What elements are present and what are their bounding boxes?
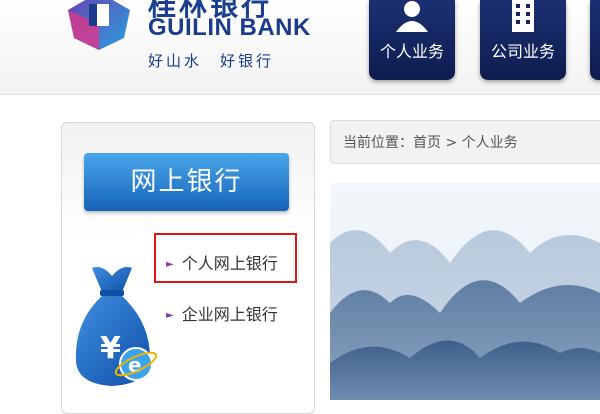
mountain-landscape-image (330, 183, 600, 400)
corporate-online-banking-link[interactable]: ► 企业网上银行 (166, 301, 278, 325)
link-label: 个人网上银行 (181, 254, 278, 273)
guilin-bank-logo-icon[interactable] (64, 0, 134, 50)
bank-name-english: GUILIN BANK (148, 14, 311, 41)
nav-personal-business[interactable]: 个人业务 (369, 0, 455, 80)
nav-more[interactable] (590, 0, 600, 80)
online-banking-button[interactable]: 网上银行 (84, 153, 289, 211)
mountain-landscape-banner (330, 183, 600, 400)
money-bag-ie-icon: ¥ e (75, 267, 158, 386)
building-icon (512, 0, 534, 32)
nav-corporate-business[interactable]: 公司业务 (480, 0, 566, 80)
person-icon (396, 1, 428, 32)
bank-slogan: 好山水 好银行 (148, 52, 275, 70)
personal-online-banking-link[interactable]: ► 个人网上银行 (166, 250, 278, 274)
breadcrumb: 当前位置：首页 > 个人业务 (330, 120, 600, 164)
link-label: 企业网上银行 (181, 305, 278, 324)
arrow-right-icon: ► (166, 259, 174, 270)
site-header: 桂林银行 GUILIN BANK 好山水 好银行 个人业务 公司业务 (0, 0, 600, 95)
nav-label: 个人业务 (379, 42, 444, 61)
arrow-right-icon: ► (166, 310, 174, 321)
nav-label: 公司业务 (490, 42, 555, 61)
svg-text:¥: ¥ (100, 331, 121, 366)
